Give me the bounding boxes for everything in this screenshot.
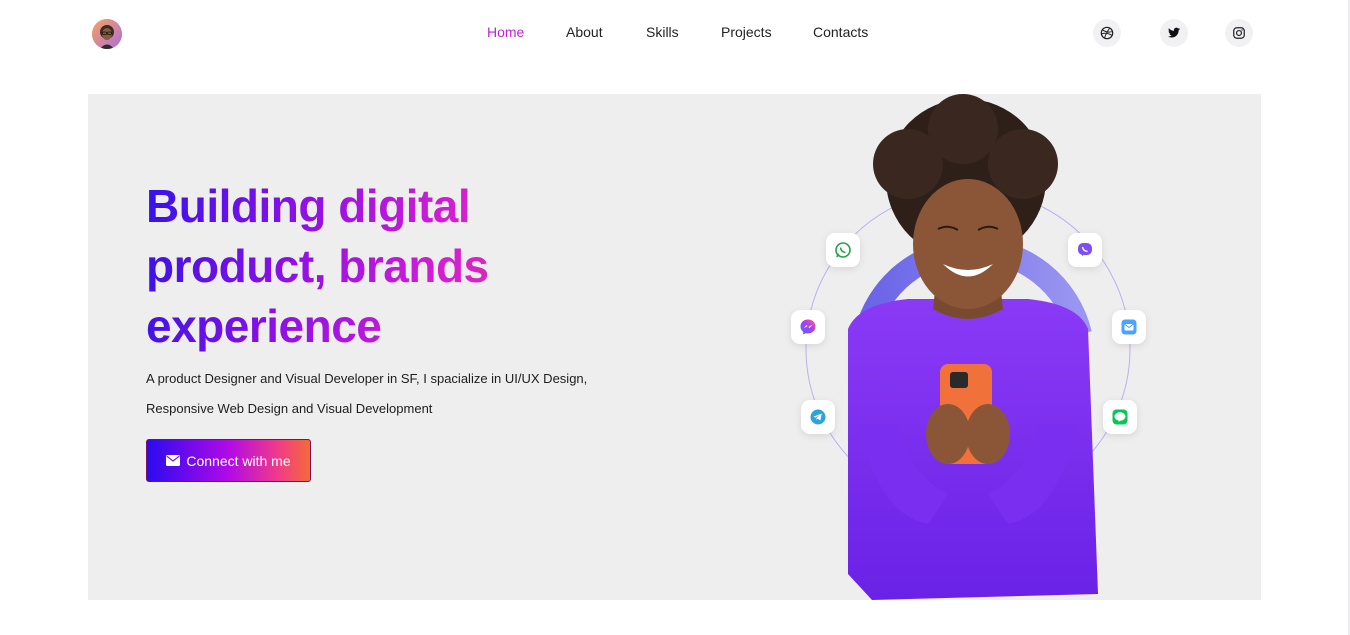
messenger-icon bbox=[800, 319, 816, 335]
telegram-badge bbox=[801, 400, 835, 434]
mail-app-badge bbox=[1112, 310, 1146, 344]
nav-home[interactable]: Home bbox=[487, 24, 524, 40]
dribbble-button[interactable] bbox=[1093, 19, 1121, 47]
viber-icon bbox=[1078, 243, 1092, 256]
dribbble-icon bbox=[1100, 26, 1114, 40]
instagram-icon bbox=[1233, 27, 1245, 39]
envelope-icon bbox=[166, 455, 181, 466]
headline-line-1: Building digital bbox=[146, 180, 471, 232]
line-badge bbox=[1103, 400, 1137, 434]
twitter-icon bbox=[1167, 27, 1181, 38]
viber-badge bbox=[1068, 233, 1102, 267]
hero-illustration bbox=[788, 94, 1188, 600]
woman-with-phone-image bbox=[805, 94, 1131, 600]
connect-button-label: Connect with me bbox=[186, 452, 291, 469]
subtext-line-1: A product Designer and Visual Developer … bbox=[146, 371, 588, 386]
avatar-icon bbox=[92, 19, 122, 49]
subtext-line-2: Responsive Web Design and Visual Develop… bbox=[146, 401, 433, 416]
logo-avatar[interactable] bbox=[92, 19, 122, 49]
nav-projects[interactable]: Projects bbox=[721, 24, 772, 40]
line-icon bbox=[1112, 409, 1128, 425]
messenger-badge bbox=[791, 310, 825, 344]
mail-app-icon bbox=[1121, 319, 1137, 335]
whatsapp-icon bbox=[835, 242, 851, 258]
twitter-button[interactable] bbox=[1160, 19, 1188, 47]
nav-about[interactable]: About bbox=[566, 24, 603, 40]
nav-contacts[interactable]: Contacts bbox=[813, 24, 868, 40]
hero-subtext: A product Designer and Visual Developer … bbox=[146, 364, 616, 424]
hero-section: Building digital product, brands experie… bbox=[88, 94, 1261, 600]
hero-headline: Building digital product, brands experie… bbox=[146, 176, 626, 356]
connect-button[interactable]: Connect with me bbox=[146, 439, 311, 482]
headline-line-2: product, brands bbox=[146, 240, 489, 292]
instagram-button[interactable] bbox=[1225, 19, 1253, 47]
telegram-icon bbox=[810, 409, 826, 425]
headline-line-3: experience bbox=[146, 300, 382, 352]
nav-skills[interactable]: Skills bbox=[646, 24, 679, 40]
whatsapp-badge bbox=[826, 233, 860, 267]
